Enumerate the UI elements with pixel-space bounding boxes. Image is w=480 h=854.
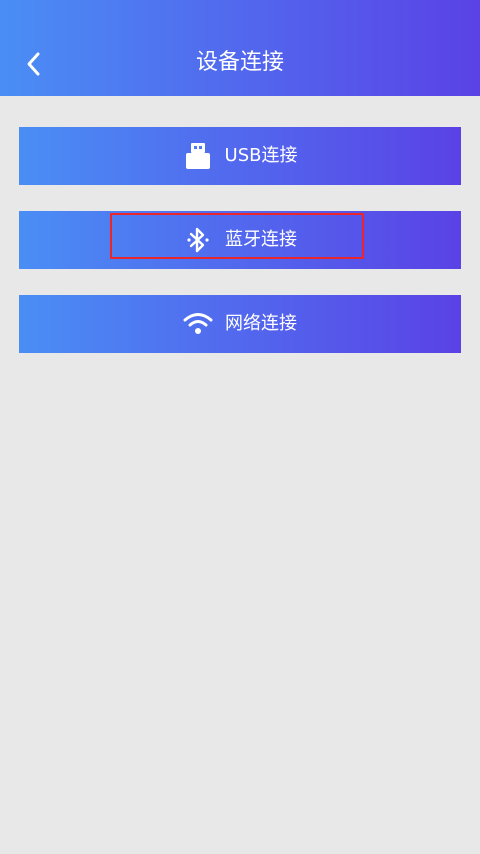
usb-connect-button[interactable]: USB连接 (19, 127, 461, 185)
wifi-icon (183, 309, 213, 339)
bluetooth-icon (183, 225, 213, 255)
network-connect-button[interactable]: 网络连接 (19, 295, 461, 353)
bluetooth-connect-button[interactable]: 蓝牙连接 (19, 211, 461, 269)
usb-icon (183, 141, 213, 171)
network-connect-label: 网络连接 (225, 313, 297, 334)
app-header: 设备连接 (0, 0, 480, 96)
usb-connect-label: USB连接 (224, 145, 298, 166)
page-title: 设备连接 (195, 50, 284, 75)
bluetooth-connect-label: 蓝牙连接 (225, 229, 297, 250)
